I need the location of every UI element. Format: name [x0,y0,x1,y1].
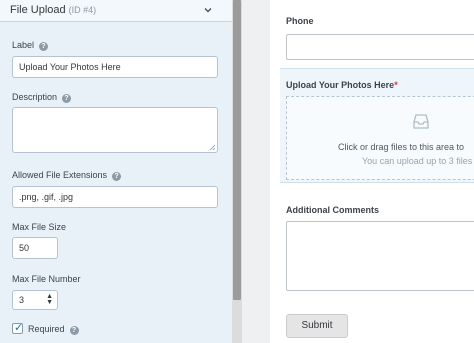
help-icon[interactable]: ? [69,326,79,335]
file-dropzone[interactable] [286,96,474,180]
max-file-size-value: 50 [19,243,30,253]
label-input-value: Upload Your Photos Here [19,62,121,72]
stepper-arrows-icon[interactable]: ▲ ▼ [46,293,53,306]
submit-button[interactable]: Submit [286,314,348,338]
required-marker: * [394,80,398,90]
max-file-size-input[interactable]: 50 [12,237,58,259]
max-file-number-label: Max File Number [12,274,81,284]
dropzone-subtext: You can upload up to 3 files [362,156,473,166]
resize-handle-icon[interactable] [209,144,215,150]
dropzone-text: Click or drag files to this area to [338,142,465,152]
panel-divider [242,0,270,343]
help-icon[interactable]: ? [62,94,72,103]
max-file-size-label: Max File Size [12,222,67,232]
max-file-number-stepper[interactable]: 3 ▲ ▼ [12,290,58,310]
description-textarea[interactable] [12,107,218,153]
help-icon[interactable]: ? [112,172,122,181]
label-input[interactable]: Upload Your Photos Here [12,56,218,78]
upload-label: Upload Your Photos Here* [286,80,398,90]
check-icon: ✓ [14,322,24,334]
section-title: File Upload (ID #4) [10,4,97,16]
field-settings-panel: File Upload (ID #4) Label? Upload Your Ph… [0,0,242,343]
comments-textarea[interactable] [286,221,474,291]
extensions-input-value: .png, .gif, .jpg [19,192,74,202]
file-upload-section-header[interactable]: File Upload (ID #4) [0,0,232,22]
section-id: (ID #4) [68,5,97,15]
extensions-field-label: Allowed File Extensions? [12,170,122,181]
chevron-down-icon[interactable] [202,4,214,16]
scrollbar-thumb[interactable] [233,0,241,300]
label-field-label: Label? [12,40,49,51]
form-preview: Phone Upload Your Photos Here* Click or … [270,0,474,343]
required-label: Required? [28,324,79,335]
max-file-number-value: 3 [19,295,25,305]
phone-label: Phone [286,16,314,26]
description-field-label: Description? [12,92,72,103]
required-checkbox[interactable]: ✓ [12,322,24,334]
phone-input[interactable] [286,34,474,60]
extensions-input[interactable]: .png, .gif, .jpg [12,186,218,208]
help-icon[interactable]: ? [39,42,49,51]
comments-label: Additional Comments [286,205,380,215]
inbox-upload-icon [413,114,429,129]
